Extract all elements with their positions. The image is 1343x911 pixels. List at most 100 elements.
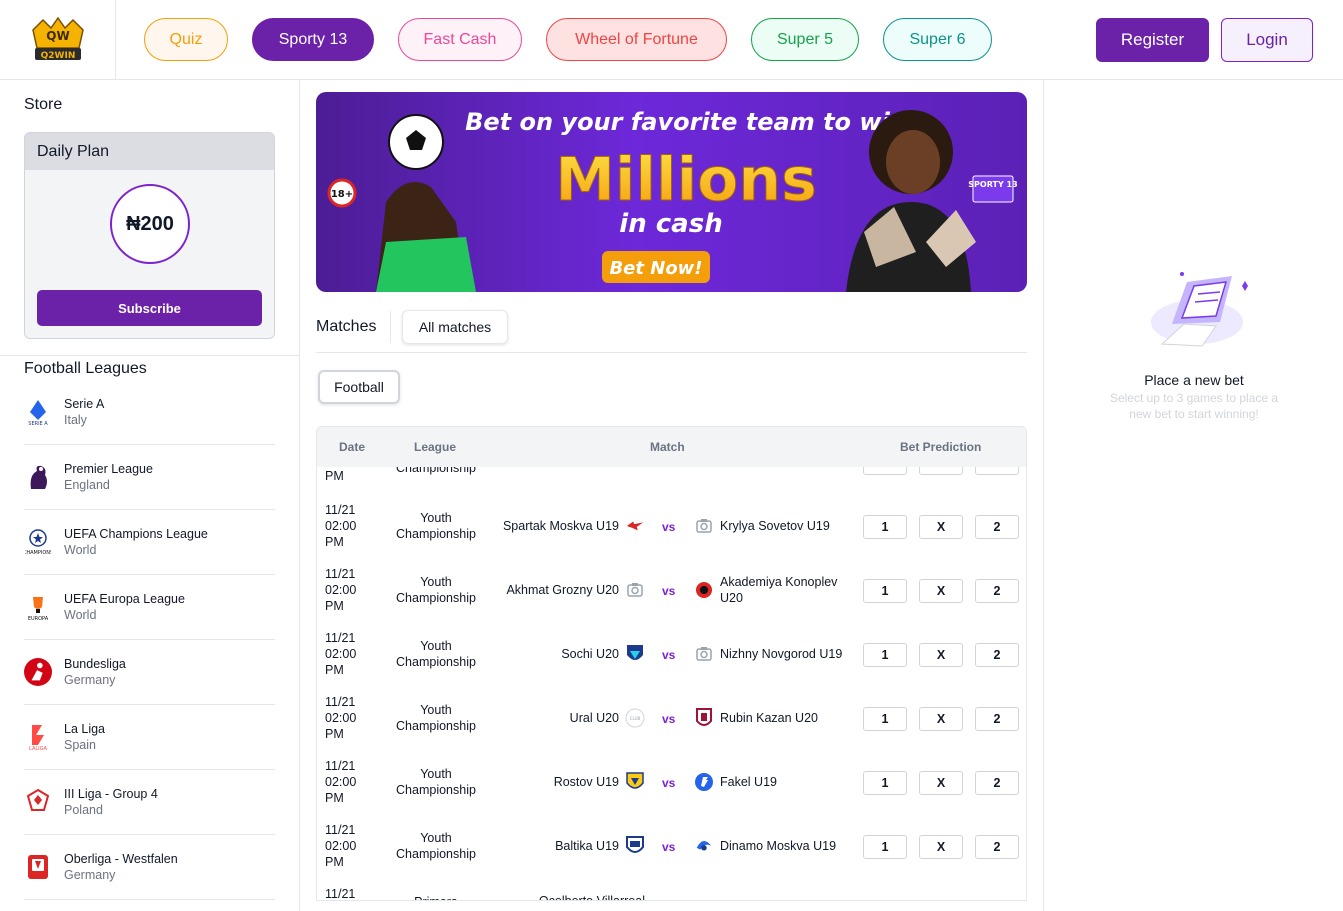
league-item[interactable]: III Liga - Group 4 Poland	[24, 770, 275, 835]
league-item[interactable]: Bundesliga Germany	[24, 640, 275, 705]
game-nav: Quiz Sporty 13 Fast Cash Wheel of Fortune Su…	[144, 18, 992, 61]
prediction-2-button[interactable]: 2	[975, 707, 1019, 731]
league-item[interactable]: Oberliga - Westfalen Germany	[24, 835, 275, 900]
matches-table: Date League Match Bet Prediction PM Champ…	[316, 426, 1027, 901]
home-team: Sochi U20	[561, 644, 645, 664]
prediction-x-button[interactable]: X	[919, 643, 963, 667]
subscribe-button[interactable]: Subscribe	[37, 290, 262, 326]
prediction-2-button[interactable]	[975, 467, 1019, 475]
nav-super-6[interactable]: Super 6	[883, 18, 992, 61]
prediction-1-button[interactable]: 1	[863, 771, 907, 795]
match-league: Youth Championship	[396, 575, 476, 605]
league-name: La Liga	[64, 722, 106, 736]
vs-label: vs	[662, 584, 676, 598]
table-row[interactable]: 11/21 02:00 PM Youth Championship Rostov U19 v…	[317, 754, 1026, 818]
league-item[interactable]: CHAMPIONS UEFA Champions League World	[24, 510, 275, 575]
away-team-name: Fakel U19	[720, 775, 777, 789]
prediction-x-button[interactable]: X	[919, 835, 963, 859]
home-team-name: Rostov U19	[553, 775, 619, 789]
nav-fast-cash[interactable]: Fast Cash	[398, 18, 522, 61]
prediction-2-button[interactable]: 2	[975, 643, 1019, 667]
prediction-2-button[interactable]: 2	[975, 515, 1019, 539]
prediction-x-button[interactable]: X	[919, 771, 963, 795]
prediction-x-button[interactable]: X	[919, 515, 963, 539]
svg-text:CHAMPIONS: CHAMPIONS	[25, 550, 51, 556]
home-team-crest-icon	[625, 772, 645, 792]
bet-slip-illustration-icon	[1151, 272, 1248, 347]
svg-text:Millions: Millions	[555, 145, 817, 215]
away-team-name: Akademiya Konoplev U20	[720, 575, 838, 605]
league-country: Germany	[64, 868, 116, 882]
league-country: World	[64, 608, 97, 622]
prediction-1-button[interactable]: 1	[863, 707, 907, 731]
table-row[interactable]: 11/21 Primera Ocelberto Villarreal	[317, 882, 1026, 901]
home-team-crest-icon	[625, 836, 645, 856]
prediction-1-button[interactable]	[919, 467, 963, 475]
la-liga-logo-icon: LALIGA	[24, 723, 52, 751]
away-team: Krylya Sovetov U19	[694, 516, 854, 536]
home-team-name: Baltika U19	[555, 839, 619, 853]
nav-sporty-13[interactable]: Sporty 13	[252, 18, 374, 61]
away-team-name: Rubin Kazan U20	[720, 711, 818, 725]
prediction-0-button[interactable]	[863, 467, 907, 475]
login-button[interactable]: Login	[1221, 18, 1313, 62]
matches-tabs: Matches All matches	[316, 308, 1027, 353]
league-list: SERIE A Serie A Italy Premier League England…	[24, 380, 275, 900]
prediction-2-button[interactable]: 2	[975, 835, 1019, 859]
prediction-2-button[interactable]: 2	[975, 771, 1019, 795]
tab-all-matches[interactable]: All matches	[402, 310, 508, 344]
table-row[interactable]: 11/21 02:00 PM Youth Championship Ural U20 CLU…	[317, 690, 1026, 754]
prediction-1-button[interactable]: 1	[863, 515, 907, 539]
league-name: Oberliga - Westfalen	[64, 852, 178, 866]
home-team-name: Ocelberto Villarreal	[538, 894, 645, 901]
prediction-1-button[interactable]: 1	[863, 579, 907, 603]
table-row[interactable]: 11/21 02:00 PM Youth Championship Sochi U20 vs…	[317, 626, 1026, 690]
away-team-crest-icon	[694, 644, 714, 664]
nav-quiz[interactable]: Quiz	[144, 18, 228, 61]
svg-text:18+: 18+	[331, 189, 353, 200]
football-filter-button[interactable]: Football	[318, 370, 400, 404]
svg-text:CLUB: CLUB	[630, 716, 641, 721]
svg-text:QW: QW	[46, 29, 69, 43]
table-row[interactable]: 11/21 02:00 PM Youth Championship Baltika U19…	[317, 818, 1026, 882]
home-team-crest-icon	[625, 644, 645, 664]
prediction-2-button[interactable]: 2	[975, 579, 1019, 603]
register-button[interactable]: Register	[1096, 18, 1209, 62]
league-country: World	[64, 543, 97, 557]
league-item[interactable]: SERIE A Serie A Italy	[24, 380, 275, 445]
vs-label: vs	[662, 776, 676, 790]
home-team: Ocelberto Villarreal	[538, 894, 645, 901]
divider	[0, 355, 300, 356]
prediction-1-button[interactable]: 1	[863, 835, 907, 859]
premier-league-logo-icon	[24, 463, 52, 491]
prediction-x-button[interactable]: X	[919, 579, 963, 603]
prediction-x-button[interactable]: X	[919, 707, 963, 731]
table-body[interactable]: PM Championship 11/21 02:00 PM Youth Champions…	[317, 467, 1026, 901]
vs-label: vs	[662, 520, 676, 534]
league-item[interactable]: LALIGA La Liga Spain	[24, 705, 275, 770]
league-name: Bundesliga	[64, 657, 126, 671]
bundesliga-logo-icon	[24, 658, 52, 686]
champions-league-logo-icon: CHAMPIONS	[24, 528, 52, 556]
col-league: League	[414, 440, 457, 454]
promo-banner[interactable]: 18+ Bet on your favorite team to win Mil…	[316, 92, 1027, 292]
league-country: Germany	[64, 673, 116, 687]
match-league: Youth Championship	[396, 639, 476, 669]
logo[interactable]: QW Q2WIN	[0, 0, 116, 80]
table-row[interactable]: 11/21 02:00 PM Youth Championship Akhmat Groz…	[317, 562, 1026, 626]
nav-wheel-of-fortune[interactable]: Wheel of Fortune	[546, 18, 727, 61]
match-date: 11/21 02:00 PM	[325, 823, 357, 869]
prediction-1-button[interactable]: 1	[863, 643, 907, 667]
nav-super-5[interactable]: Super 5	[751, 18, 859, 61]
league-item[interactable]: EUROPA UEFA Europa League World	[24, 575, 275, 640]
league-name: Premier League	[64, 462, 153, 476]
vs-label: vs	[662, 648, 676, 662]
table-row[interactable]: 11/21 02:00 PM Youth Championship Spartak Mos…	[317, 498, 1026, 562]
bet-slip-panel: Place a new bet Select up to 3 games to …	[1043, 80, 1343, 911]
league-name: UEFA Europa League	[64, 592, 185, 606]
home-team-name: Akhmat Grozny U20	[506, 583, 619, 597]
svg-text:Bet on your favorite team to w: Bet on your favorite team to win	[465, 108, 907, 136]
league-item[interactable]: Premier League England	[24, 445, 275, 510]
away-team-name: Nizhny Novgorod U19	[720, 647, 843, 661]
table-row[interactable]: PM Championship	[317, 467, 1026, 485]
